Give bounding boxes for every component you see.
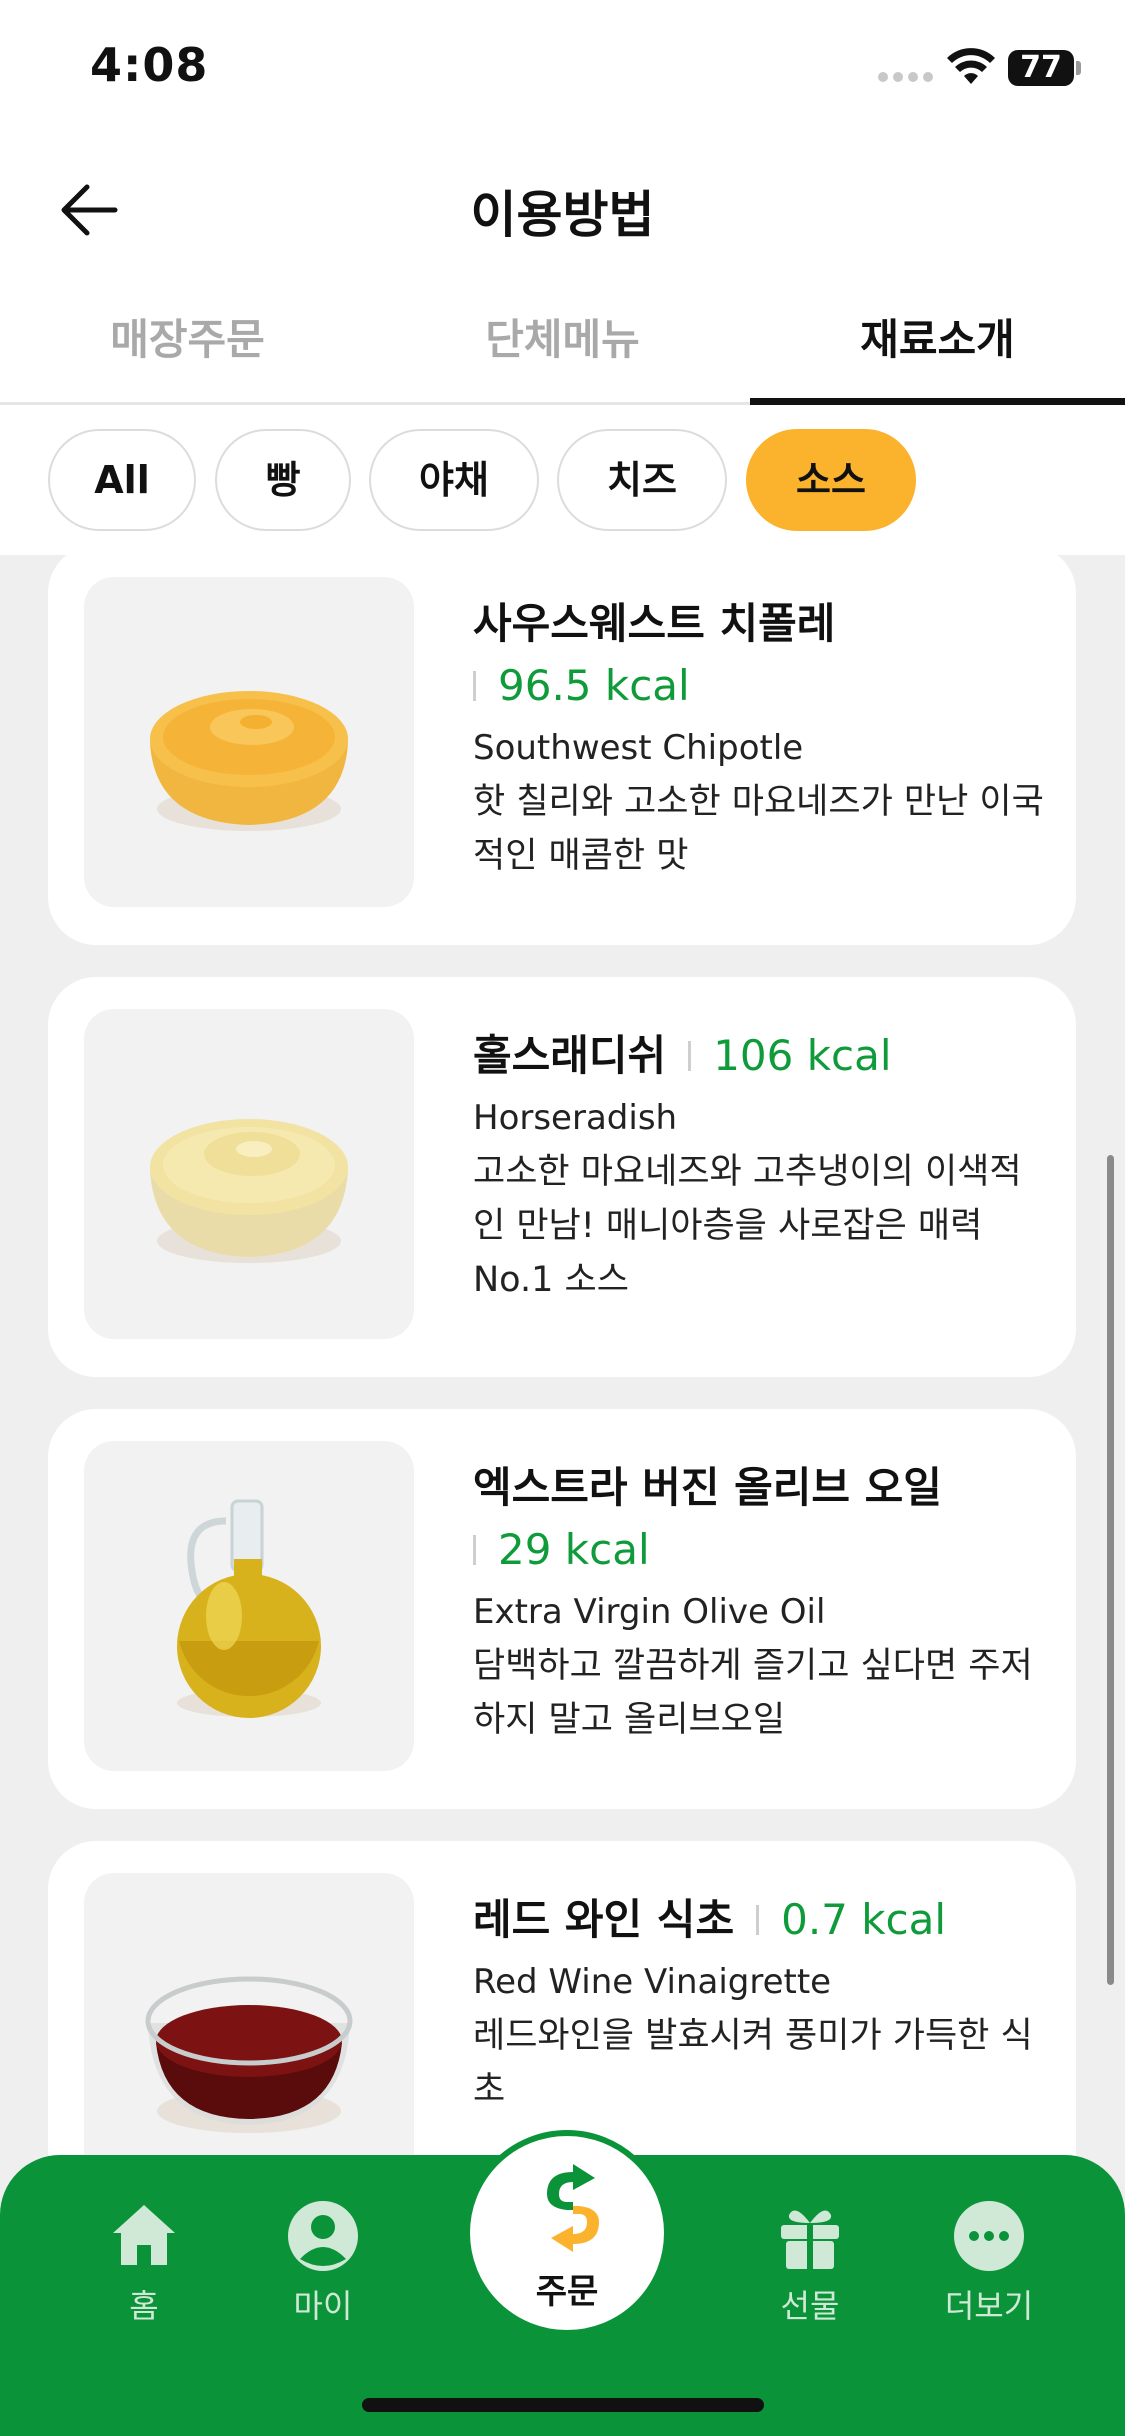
filter-chips: All 빵 야채 치즈 소스 — [0, 405, 1125, 555]
nav-gift[interactable]: 선물 — [730, 2199, 890, 2327]
filter-chip-cheese[interactable]: 치즈 — [557, 429, 727, 531]
cellular-signal-icon — [878, 72, 933, 82]
ingredient-kcal: 106 kcal — [688, 1025, 891, 1087]
tab-ingredients[interactable]: 재료소개 — [750, 275, 1125, 405]
nav-gift-label: 선물 — [780, 2287, 840, 2325]
ingredient-name: 홀스래디쉬 — [473, 1031, 667, 1080]
ingredient-name: 레드 와인 식초 — [473, 1895, 735, 1944]
profile-icon — [288, 2201, 358, 2271]
header: 이용방법 — [0, 140, 1125, 275]
red-wine-vinegar-image — [84, 1873, 414, 2165]
horseradish-sauce-image — [84, 1009, 414, 1339]
tab-store-order[interactable]: 매장주문 — [0, 275, 375, 402]
chipotle-sauce-image — [84, 577, 414, 907]
subway-logo-icon — [547, 2164, 599, 2252]
ingredient-description: 핫 칠리와 고소한 마요네즈가 만난 이국적인 매콤한 맛 — [473, 782, 1044, 876]
ingredient-english-name: Southwest Chipotle — [473, 728, 804, 768]
olive-oil-image — [84, 1441, 414, 1771]
nav-order-button[interactable]: 주문 — [464, 2130, 670, 2336]
filter-chip-sauce[interactable]: 소스 — [746, 429, 916, 531]
filter-chip-all[interactable]: All — [48, 429, 196, 531]
status-time: 4:08 — [90, 38, 209, 92]
filter-chip-vegetables[interactable]: 야채 — [369, 429, 539, 531]
ingredient-card[interactable]: 엑스트라 버진 올리브 오일 29 kcal Extra Virgin Oliv… — [48, 1409, 1076, 1809]
nav-order-label: 주문 — [535, 2272, 599, 2312]
ingredient-kcal: 0.7 kcal — [756, 1889, 946, 1951]
battery-cap — [1076, 61, 1081, 75]
ingredient-card[interactable]: 홀스래디쉬 106 kcal Horseradish 고소한 마요네즈와 고추냉… — [48, 977, 1076, 1377]
tab-group-menu[interactable]: 단체메뉴 — [375, 275, 750, 402]
filter-chip-bread[interactable]: 빵 — [215, 429, 351, 531]
nav-home[interactable]: 홈 — [64, 2199, 224, 2327]
nav-home-label: 홈 — [129, 2287, 159, 2325]
page-title: 이용방법 — [470, 186, 655, 244]
scrollbar[interactable] — [1107, 1155, 1114, 1985]
ingredient-english-name: Extra Virgin Olive Oil — [473, 1592, 826, 1632]
status-bar: 4:08 77 — [0, 0, 1125, 140]
ingredient-kcal: 96.5 kcal — [473, 655, 690, 717]
wifi-icon — [947, 48, 995, 84]
ingredient-name: 엑스트라 버진 올리브 오일 — [473, 1463, 942, 1512]
ingredient-english-name: Red Wine Vinaigrette — [473, 1962, 832, 2002]
nav-my[interactable]: 마이 — [243, 2199, 403, 2327]
ingredient-description: 레드와인을 발효시켜 풍미가 가득한 식초 — [473, 2016, 1033, 2110]
home-indicator — [362, 2398, 764, 2412]
nav-my-label: 마이 — [293, 2287, 353, 2325]
ingredient-card[interactable]: 레드 와인 식초 0.7 kcal Red Wine Vinaigrette 레… — [48, 1841, 1076, 2165]
more-icon — [954, 2201, 1024, 2271]
battery-indicator: 77 — [1008, 50, 1074, 86]
ingredient-description: 담백하고 깔끔하게 즐기고 싶다면 주저하지 말고 올리브오일 — [473, 1646, 1033, 1740]
ingredient-name: 사우스웨스트 치폴레 — [473, 599, 836, 648]
ingredient-description: 고소한 마요네즈와 고추냉이의 이색적인 만남! 매니아층을 사로잡은 매력 N… — [473, 1152, 1022, 1300]
home-icon — [113, 2205, 175, 2265]
ingredient-list[interactable]: 사우스웨스트 치폴레 96.5 kcal Southwest Chipotle … — [0, 555, 1125, 2165]
nav-more[interactable]: 더보기 — [909, 2199, 1069, 2327]
ingredient-card[interactable]: 사우스웨스트 치폴레 96.5 kcal Southwest Chipotle … — [48, 555, 1076, 945]
ingredient-kcal: 29 kcal — [473, 1519, 650, 1581]
nav-more-label: 더보기 — [944, 2287, 1034, 2325]
ingredient-english-name: Horseradish — [473, 1098, 678, 1138]
tab-bar-top: 매장주문 단체메뉴 재료소개 — [0, 275, 1125, 405]
gift-icon — [781, 2210, 839, 2269]
